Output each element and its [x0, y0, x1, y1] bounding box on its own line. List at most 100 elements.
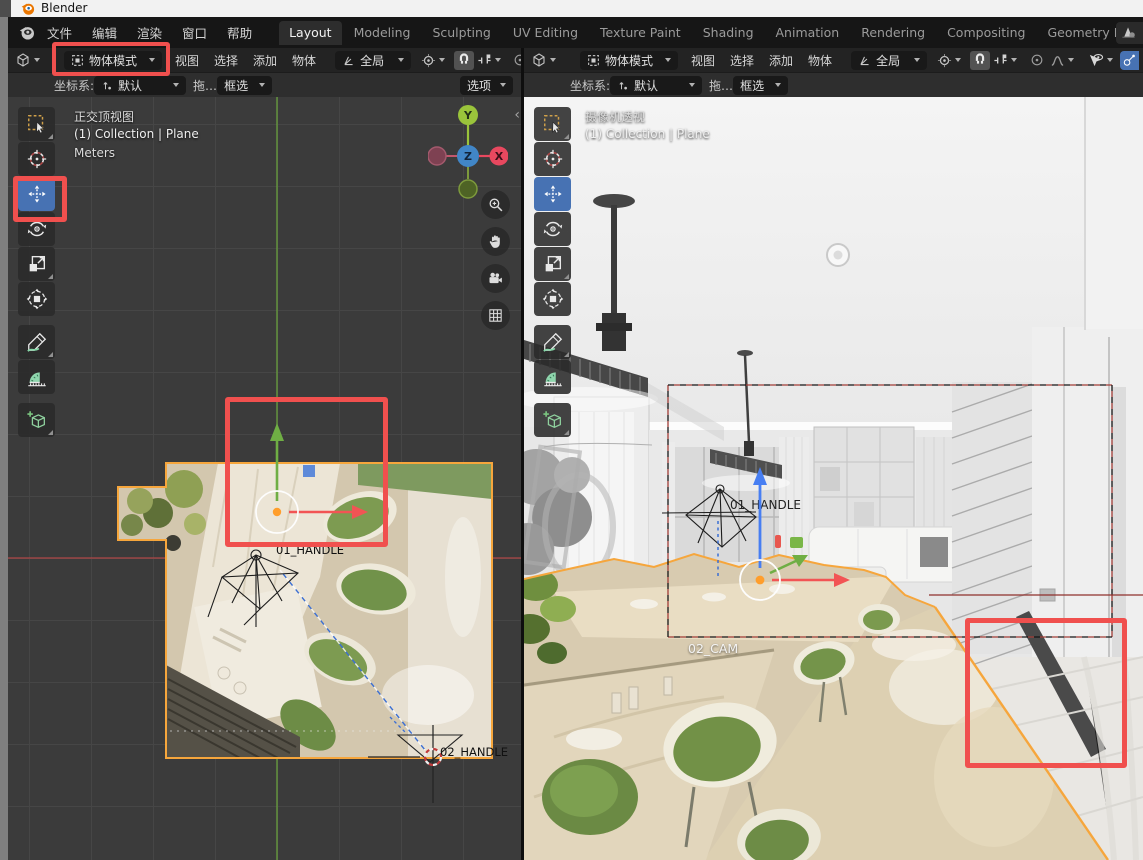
sidebar-collapse-arrow[interactable]: ‹: [514, 109, 520, 121]
axis-neg-x-ball[interactable]: [428, 147, 446, 165]
viewport-menu[interactable]: 物体: [808, 52, 832, 69]
viewport-menu[interactable]: 选择: [730, 52, 754, 69]
workspace-tab[interactable]: Layout: [279, 21, 342, 45]
move-tool[interactable]: [534, 177, 571, 211]
editor-type-button[interactable]: [12, 51, 43, 70]
editor-3dview-icon: [531, 52, 547, 68]
overlays-toggle-button[interactable]: [1120, 51, 1139, 70]
workspace-tab[interactable]: Modeling: [344, 21, 421, 45]
topbar-menu[interactable]: 文件: [47, 23, 72, 42]
select-box-tool[interactable]: [534, 107, 571, 141]
options-dropdown[interactable]: 选项: [460, 76, 513, 95]
proportional-edit-button[interactable]: [510, 51, 521, 70]
snap-toggle-button[interactable]: [970, 51, 990, 70]
zoom-button[interactable]: [481, 190, 510, 219]
viewport-menu[interactable]: 视图: [691, 52, 715, 69]
workspace-tab[interactable]: Sculpting: [422, 21, 500, 45]
add-cube-tool[interactable]: [534, 403, 571, 437]
scene-icon: [1120, 25, 1137, 40]
viewport-menus: 视图选择添加物体: [691, 52, 832, 69]
pivot-dropdown[interactable]: [418, 51, 448, 70]
background-window-strip: [0, 17, 8, 860]
rotate-tool[interactable]: [534, 212, 571, 246]
blender-menu-logo-icon[interactable]: [18, 24, 35, 41]
editor-3dview-icon: [15, 52, 31, 68]
orientation-dropdown[interactable]: 全局: [335, 51, 411, 70]
mode-dropdown[interactable]: 物体模式: [580, 51, 678, 70]
gizmo-plane-handle-x[interactable]: [775, 535, 781, 548]
mode-dropdown[interactable]: 物体模式: [64, 51, 162, 70]
cursor-tool[interactable]: [534, 142, 571, 176]
topbar-menu[interactable]: 编辑: [92, 23, 117, 42]
viewport-menu[interactable]: 添加: [769, 52, 793, 69]
snap-toggle-button[interactable]: [454, 51, 474, 70]
viewport-menu[interactable]: 添加: [253, 52, 277, 69]
annotate-tool[interactable]: [18, 325, 55, 359]
drag-mode-dropdown[interactable]: 框选: [217, 76, 272, 95]
perspective-toggle-button[interactable]: [481, 301, 510, 330]
scale-tool[interactable]: [18, 247, 55, 281]
right-tool-settings: 坐标系: 默认 拖… 框选: [524, 72, 1143, 97]
add-cube-tool[interactable]: [18, 403, 55, 437]
pivot-point-icon: [421, 53, 436, 68]
camera-view-button[interactable]: [481, 264, 510, 293]
axis-neg-y-ball[interactable]: [459, 180, 477, 198]
orientation-label: 全局: [876, 52, 900, 69]
workspace-tab[interactable]: Shading: [693, 21, 764, 45]
workspace-tab[interactable]: Rendering: [851, 21, 935, 45]
gizmo-plane-handle[interactable]: [303, 465, 315, 477]
handle1-label: 01_HANDLE: [730, 498, 801, 512]
workspace-tab[interactable]: Texture Paint: [590, 21, 691, 45]
left-3d-viewport[interactable]: 01_HANDLE 02_HANDLE: [8, 97, 521, 860]
scale-tool[interactable]: [534, 247, 571, 281]
left-viewport-scene: 01_HANDLE 02_HANDLE: [8, 97, 521, 860]
orientation-icon: [858, 54, 871, 67]
orientation-dropdown[interactable]: 全局: [851, 51, 927, 70]
left-tool-settings: 坐标系: 默认 拖… 框选 选项: [8, 72, 521, 97]
pivot-dropdown[interactable]: [934, 51, 964, 70]
axis-x-label: X: [495, 150, 504, 163]
proportional-falloff-dropdown[interactable]: [1047, 51, 1077, 70]
right-3d-viewport[interactable]: 01_HANDLE 02_CAM 摄像机透视 (1) Collection: [524, 97, 1143, 860]
object-mode-icon: [71, 54, 84, 67]
drag-label: 拖…: [709, 77, 733, 94]
workspace-tab[interactable]: UV Editing: [503, 21, 588, 45]
measure-tool[interactable]: [534, 360, 571, 394]
magnet-icon: [457, 53, 471, 67]
workspace-tab[interactable]: Compositing: [937, 21, 1035, 45]
snap-target-dropdown[interactable]: [474, 51, 504, 70]
viewport-menu[interactable]: 物体: [292, 52, 316, 69]
measure-tool[interactable]: [18, 360, 55, 394]
coord-system-dropdown[interactable]: 默认: [94, 76, 186, 95]
coord-system-dropdown[interactable]: 默认: [610, 76, 702, 95]
navigation-axis-gizmo[interactable]: Y Z X: [428, 104, 508, 199]
transform-tool[interactable]: [18, 282, 55, 316]
move-tool[interactable]: [18, 177, 55, 211]
coord-default-icon: [617, 79, 629, 92]
pan-button[interactable]: [481, 227, 510, 256]
rotate-tool[interactable]: [18, 212, 55, 246]
options-label: 选项: [467, 77, 491, 94]
cursor-tool[interactable]: [18, 142, 55, 176]
workspace-tab[interactable]: Geometry Nodes: [1037, 21, 1116, 45]
topbar-menu[interactable]: 帮助: [227, 23, 252, 42]
gizmo-visibility-dropdown[interactable]: [1084, 51, 1116, 70]
viewport-menu[interactable]: 视图: [175, 52, 199, 69]
annotate-tool[interactable]: [534, 325, 571, 359]
editor-type-button[interactable]: [528, 51, 559, 70]
snap-target-dropdown[interactable]: [990, 51, 1020, 70]
topbar-menu[interactable]: 渲染: [137, 23, 162, 42]
proportional-edit-button[interactable]: [1027, 51, 1047, 70]
editor-splitter[interactable]: [521, 48, 524, 860]
workspace-tab[interactable]: Animation: [766, 21, 850, 45]
viewport-menu[interactable]: 选择: [214, 52, 238, 69]
topbar-menu[interactable]: 窗口: [182, 23, 207, 42]
transform-tool[interactable]: [534, 282, 571, 316]
gizmo-plane-handle-y[interactable]: [790, 537, 803, 548]
select-box-tool[interactable]: [18, 107, 55, 141]
drag-mode-dropdown[interactable]: 框选: [733, 76, 788, 95]
viewport-left-editor: 物体模式 视图选择添加物体 全局 坐标系: 默认: [8, 48, 521, 860]
snap-increment-icon: [993, 53, 1008, 68]
scene-selector-button[interactable]: [1116, 22, 1143, 44]
handle1-label: 01_HANDLE: [276, 543, 344, 557]
